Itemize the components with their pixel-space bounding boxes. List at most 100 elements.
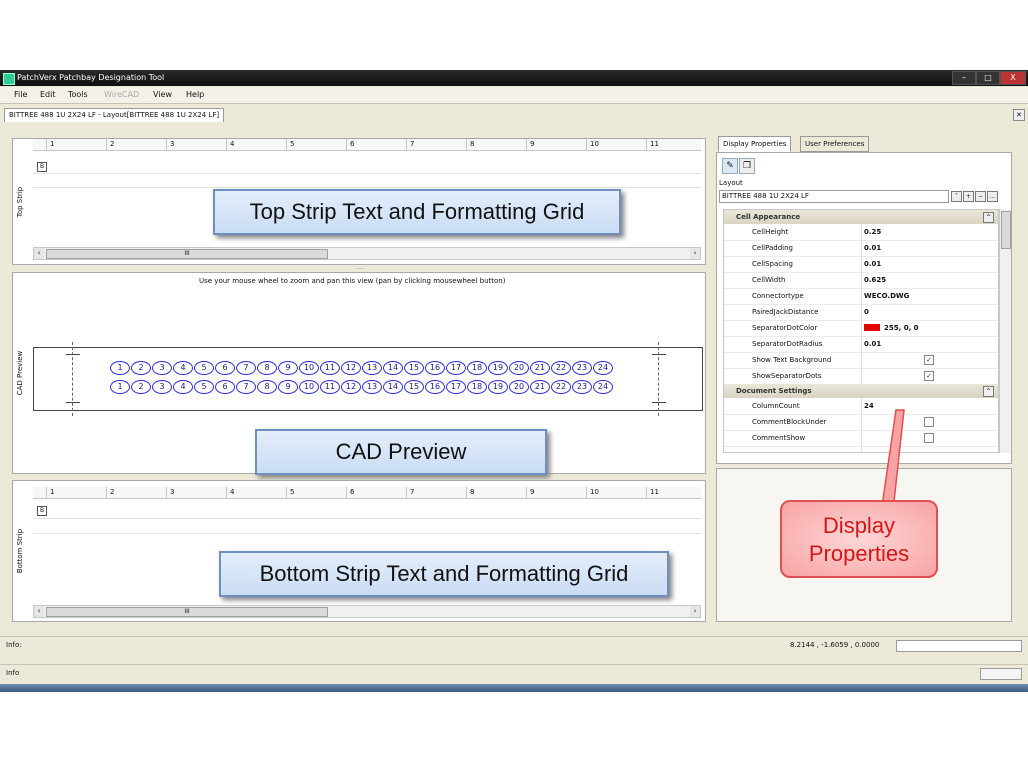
jack-8[interactable]: 8: [257, 380, 277, 394]
bottom-strip-scrollbar[interactable]: ‹ III ›: [33, 605, 701, 618]
column-header[interactable]: 1: [47, 487, 107, 498]
jack-9[interactable]: 9: [278, 361, 298, 375]
jack-18[interactable]: 18: [467, 380, 487, 394]
jack-5[interactable]: 5: [194, 380, 214, 394]
property-grid-scrollbar[interactable]: [999, 209, 1011, 453]
jack-21[interactable]: 21: [530, 361, 550, 375]
column-header[interactable]: 9: [527, 487, 587, 498]
layout-select[interactable]: BITTREE 488 1U 2X24 LF: [719, 190, 949, 203]
close-document-icon[interactable]: ✕: [1013, 109, 1025, 121]
column-header[interactable]: 8: [467, 487, 527, 498]
section-document-settings[interactable]: Document Settings ^: [724, 384, 998, 398]
jack-7[interactable]: 7: [236, 361, 256, 375]
jack-4[interactable]: 4: [173, 380, 193, 394]
column-header[interactable]: 3: [167, 139, 227, 150]
separator-color-swatch[interactable]: [864, 324, 880, 331]
jack-2[interactable]: 2: [131, 380, 151, 394]
more-icon[interactable]: …: [987, 191, 998, 202]
scroll-left-icon[interactable]: ‹: [34, 606, 44, 617]
jack-8[interactable]: 8: [257, 361, 277, 375]
column-header[interactable]: 3: [167, 487, 227, 498]
jack-15[interactable]: 15: [404, 361, 424, 375]
jack-14[interactable]: 14: [383, 380, 403, 394]
jack-13[interactable]: 13: [362, 361, 382, 375]
jack-12[interactable]: 12: [341, 380, 361, 394]
jack-16[interactable]: 16: [425, 361, 445, 375]
jack-21[interactable]: 21: [530, 380, 550, 394]
menu-help[interactable]: Help: [186, 90, 204, 99]
close-window-button[interactable]: X: [1000, 71, 1026, 85]
column-header[interactable]: 5: [287, 487, 347, 498]
menu-edit[interactable]: Edit: [40, 90, 56, 99]
scroll-thumb[interactable]: III: [46, 249, 328, 259]
splitter-bottom[interactable]: ....: [340, 473, 380, 479]
splitter-top[interactable]: ....: [340, 265, 380, 271]
column-header[interactable]: 8: [467, 139, 527, 150]
column-header[interactable]: 5: [287, 139, 347, 150]
column-header[interactable]: 10: [587, 487, 647, 498]
scroll-right-icon[interactable]: ›: [690, 248, 700, 259]
jack-11[interactable]: 11: [320, 361, 340, 375]
column-header[interactable]: 2: [107, 487, 167, 498]
jack-12[interactable]: 12: [341, 361, 361, 375]
scroll-thumb[interactable]: [1001, 211, 1011, 249]
scroll-right-icon[interactable]: ›: [690, 606, 700, 617]
jack-20[interactable]: 20: [509, 361, 529, 375]
cad-patchbay-drawing[interactable]: 1 2 3 4 5 6 7 8 9 10 11 12 13 14 15 16 17 18 19 20 21 22 23 24 …: [33, 342, 703, 416]
show-text-background-checkbox[interactable]: ✓: [924, 355, 934, 365]
add-icon[interactable]: +: [963, 191, 974, 202]
jack-19[interactable]: 19: [488, 361, 508, 375]
jack-13[interactable]: 13: [362, 380, 382, 394]
tab-display-properties[interactable]: Display Properties: [718, 136, 792, 152]
row-selector-icon[interactable]: B: [37, 162, 47, 172]
jack-4[interactable]: 4: [173, 361, 193, 375]
jack-7[interactable]: 7: [236, 380, 256, 394]
collapse-icon[interactable]: ^: [983, 212, 994, 223]
jack-15[interactable]: 15: [404, 380, 424, 394]
scroll-thumb[interactable]: III: [46, 607, 328, 617]
copy-icon[interactable]: ❐: [739, 158, 755, 174]
jack-19[interactable]: 19: [488, 380, 508, 394]
maximize-button[interactable]: □: [976, 71, 1000, 85]
menu-wirecad[interactable]: WireCAD: [104, 90, 139, 99]
jack-24[interactable]: 24: [593, 380, 613, 394]
jack-3[interactable]: 3: [152, 380, 172, 394]
column-header[interactable]: 11: [647, 487, 701, 498]
top-strip-scrollbar[interactable]: ‹ III ›: [33, 247, 701, 260]
chevron-down-icon[interactable]: ˅: [951, 191, 962, 202]
show-separator-dots-checkbox[interactable]: ✓: [924, 371, 934, 381]
menu-file[interactable]: File: [14, 90, 27, 99]
column-header[interactable]: 6: [347, 139, 407, 150]
remove-icon[interactable]: −: [975, 191, 986, 202]
jack-16[interactable]: 16: [425, 380, 445, 394]
jack-6[interactable]: 6: [215, 380, 235, 394]
jack-10[interactable]: 10: [299, 380, 319, 394]
collapse-icon[interactable]: ^: [983, 386, 994, 397]
jack-22[interactable]: 22: [551, 380, 571, 394]
column-header[interactable]: 10: [587, 139, 647, 150]
section-cell-appearance[interactable]: Cell Appearance ^: [724, 210, 998, 224]
row-selector-icon[interactable]: B: [37, 506, 47, 516]
jack-23[interactable]: 23: [572, 361, 592, 375]
jack-11[interactable]: 11: [320, 380, 340, 394]
column-header[interactable]: 7: [407, 487, 467, 498]
column-header[interactable]: 4: [227, 139, 287, 150]
jack-3[interactable]: 3: [152, 361, 172, 375]
jack-23[interactable]: 23: [572, 380, 592, 394]
column-header[interactable]: 6: [347, 487, 407, 498]
comment-show-checkbox[interactable]: [924, 433, 934, 443]
tab-layout-document[interactable]: BITTREE 488 1U 2X24 LF - Layout[BITTREE …: [4, 108, 225, 122]
pencil-icon[interactable]: ✎: [722, 158, 738, 174]
menu-view[interactable]: View: [153, 90, 172, 99]
jack-2[interactable]: 2: [131, 361, 151, 375]
column-header[interactable]: 9: [527, 139, 587, 150]
column-header[interactable]: 2: [107, 139, 167, 150]
column-header[interactable]: 4: [227, 487, 287, 498]
tab-user-preferences[interactable]: User Preferences: [800, 136, 870, 152]
comment-block-under-checkbox[interactable]: [924, 417, 934, 427]
menu-tools[interactable]: Tools: [68, 90, 88, 99]
jack-1[interactable]: 1: [110, 361, 130, 375]
jack-14[interactable]: 14: [383, 361, 403, 375]
jack-6[interactable]: 6: [215, 361, 235, 375]
jack-1[interactable]: 1: [110, 380, 130, 394]
